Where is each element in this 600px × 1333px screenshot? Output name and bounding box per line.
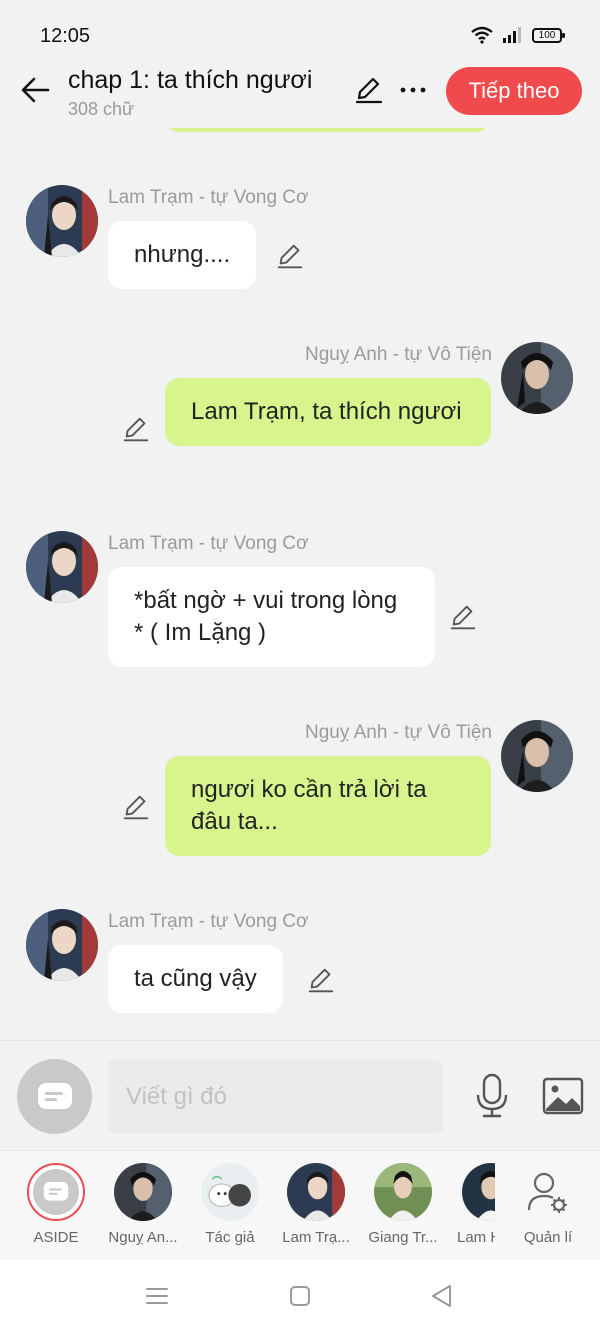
message-bubble[interactable]: nhưng.... bbox=[108, 221, 257, 289]
avatar bbox=[462, 1163, 495, 1221]
pencil-icon bbox=[123, 417, 149, 442]
character-aside[interactable]: ASIDE bbox=[13, 1163, 99, 1246]
more-button[interactable] bbox=[398, 76, 428, 104]
message-row: Nguỵ Anh - tự Vô Tiện ngươi ko cần trả l… bbox=[0, 718, 600, 858]
microphone-icon bbox=[476, 1073, 508, 1118]
edit-message-button[interactable] bbox=[121, 414, 151, 444]
message-bubble[interactable]: ngươi ko cần trả lời ta đâu ta... bbox=[165, 756, 491, 856]
message-row: Lam Trạm - tự Vong Cơ nhưng.... bbox=[0, 183, 600, 293]
character-lam-hi[interactable]: Lam H bbox=[447, 1163, 495, 1246]
character-name: Lam H bbox=[457, 1229, 495, 1246]
manage-characters-button[interactable]: Quản lí bbox=[505, 1163, 591, 1246]
character-bar: ASIDE Nguỵ An... Tác giả Lam Trạ... Gian… bbox=[0, 1150, 600, 1260]
aside-toggle-button[interactable] bbox=[17, 1059, 92, 1134]
recent-apps-button[interactable] bbox=[143, 1282, 171, 1310]
edit-message-button[interactable] bbox=[448, 602, 478, 632]
edit-message-button[interactable] bbox=[275, 241, 305, 271]
avatar-lam-tram[interactable] bbox=[26, 909, 98, 981]
previous-bubble-edge bbox=[165, 128, 490, 132]
pencil-icon bbox=[308, 968, 334, 993]
character-name: Nguỵ An... bbox=[108, 1229, 178, 1246]
character-name: Giang Tr... bbox=[368, 1229, 438, 1246]
chat-bubble-icon bbox=[37, 1082, 72, 1109]
sender-name: Nguỵ Anh - tự Vô Tiện bbox=[305, 722, 492, 743]
home-button[interactable] bbox=[286, 1282, 314, 1310]
avatar-nguy-anh[interactable] bbox=[501, 342, 573, 414]
next-chapter-button[interactable]: Tiếp theo bbox=[446, 67, 582, 115]
avatar bbox=[287, 1163, 345, 1221]
avatar-lam-tram[interactable] bbox=[26, 531, 98, 603]
sender-name: Nguỵ Anh - tự Vô Tiện bbox=[305, 344, 492, 365]
status-bar: 12:05 100 bbox=[0, 0, 600, 60]
header: chap 1: ta thích ngươi 308 chữ Tiếp theo bbox=[0, 60, 600, 128]
avatar-lam-tram[interactable] bbox=[26, 185, 98, 257]
message-bubble[interactable]: *bất ngờ + vui trong lòng * ( Im Lặng ) bbox=[108, 567, 435, 667]
input-bar bbox=[0, 1040, 600, 1150]
avatar bbox=[374, 1163, 432, 1221]
back-arrow-icon bbox=[21, 77, 50, 103]
character-giang-trung[interactable]: Giang Tr... bbox=[360, 1163, 446, 1246]
signal-icon bbox=[503, 27, 521, 43]
system-nav-bar bbox=[0, 1260, 600, 1333]
edit-message-button[interactable] bbox=[121, 792, 151, 822]
pencil-icon bbox=[277, 244, 303, 269]
pencil-icon bbox=[123, 795, 149, 820]
manage-user-icon bbox=[527, 1172, 567, 1213]
message-row: Lam Trạm - tự Vong Cơ *bất ngờ + vui tro… bbox=[0, 529, 600, 669]
message-bubble[interactable]: ta cũng vậy bbox=[108, 945, 283, 1013]
edit-message-button[interactable] bbox=[306, 965, 336, 995]
character-author[interactable]: Tác giả bbox=[187, 1163, 273, 1246]
message-row: Nguỵ Anh - tự Vô Tiện Lam Trạm, ta thích… bbox=[0, 340, 600, 480]
battery-icon: 100 bbox=[532, 27, 565, 43]
wifi-icon bbox=[471, 26, 493, 44]
status-time: 12:05 bbox=[40, 25, 91, 47]
character-name: ASIDE bbox=[33, 1229, 79, 1246]
image-button[interactable] bbox=[542, 1077, 584, 1115]
character-name: Lam Trạ... bbox=[282, 1229, 350, 1246]
home-icon bbox=[290, 1286, 310, 1306]
word-count: 308 chữ bbox=[68, 99, 135, 119]
system-back-button[interactable] bbox=[428, 1282, 456, 1310]
pencil-icon bbox=[355, 77, 383, 104]
edit-title-button[interactable] bbox=[353, 74, 385, 106]
message-bubble[interactable]: Lam Trạm, ta thích ngươi bbox=[165, 378, 491, 446]
character-lam-tram[interactable]: Lam Trạ... bbox=[273, 1163, 359, 1246]
voice-button[interactable] bbox=[472, 1073, 512, 1119]
menu-icon bbox=[146, 1288, 168, 1304]
chat-area[interactable]: Lam Trạm - tự Vong Cơ nhưng.... Nguỵ Anh… bbox=[0, 128, 600, 1040]
more-icon bbox=[400, 87, 426, 93]
message-input[interactable] bbox=[108, 1060, 443, 1133]
manage-avatar bbox=[519, 1163, 577, 1221]
message-row: Lam Trạm - tự Vong Cơ ta cũng vậy bbox=[0, 907, 600, 1017]
chapter-title: chap 1: ta thích ngươi bbox=[68, 66, 313, 94]
back-triangle-icon bbox=[432, 1285, 451, 1307]
character-name: Quản lí bbox=[523, 1229, 573, 1246]
pencil-icon bbox=[450, 605, 476, 630]
status-icons: 100 bbox=[470, 26, 565, 44]
character-name: Tác giả bbox=[205, 1229, 255, 1246]
avatar bbox=[201, 1163, 259, 1221]
image-icon bbox=[542, 1077, 584, 1115]
character-nguy-anh[interactable]: Nguỵ An... bbox=[100, 1163, 186, 1246]
avatar bbox=[114, 1163, 172, 1221]
sender-name: Lam Trạm - tự Vong Cơ bbox=[108, 911, 309, 932]
chat-bubble-icon bbox=[43, 1181, 69, 1201]
sender-name: Lam Trạm - tự Vong Cơ bbox=[108, 533, 309, 554]
back-button[interactable] bbox=[18, 72, 54, 108]
aside-avatar bbox=[27, 1163, 85, 1221]
sender-name: Lam Trạm - tự Vong Cơ bbox=[108, 187, 309, 208]
avatar-nguy-anh[interactable] bbox=[501, 720, 573, 792]
